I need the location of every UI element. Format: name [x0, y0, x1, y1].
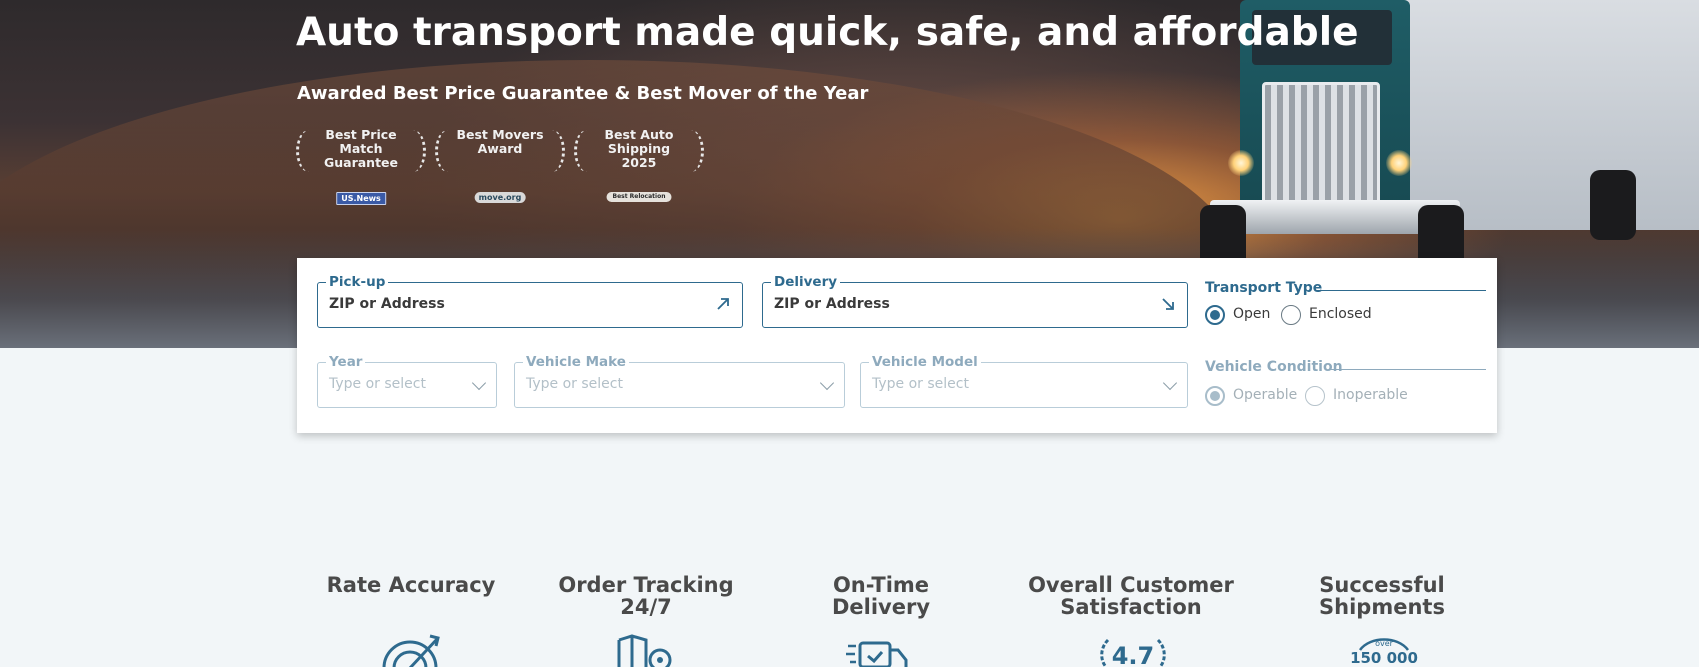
best-relocation-logo: Best Relocation: [606, 192, 672, 202]
condition-inoperable-label[interactable]: Inoperable: [1333, 387, 1408, 403]
hero-subtitle: Awarded Best Price Guarantee & Best Move…: [297, 83, 869, 104]
condition-operable-radio[interactable]: [1205, 386, 1225, 406]
stat-title: Overall Customer Satisfaction: [1028, 573, 1234, 619]
transport-open-radio[interactable]: [1205, 305, 1225, 325]
hero-title: Auto transport made quick, safe, and aff…: [296, 10, 1359, 55]
award-text: Best Price Match Guarantee: [323, 127, 399, 170]
awards-row: Best Price Match Guarantee US.News Best …: [296, 128, 726, 208]
award-badge: Best Auto Shipping 2025 Best Relocation: [574, 128, 704, 208]
transport-enclosed-label[interactable]: Enclosed: [1309, 306, 1372, 322]
award-badge: Best Movers Award move.org: [435, 128, 565, 208]
condition-inoperable-radio[interactable]: [1305, 386, 1325, 406]
map-pin-icon: [617, 634, 672, 667]
stat-title: On-Time Delivery: [831, 573, 931, 619]
rating-wreath-icon: 4.7: [1098, 636, 1168, 667]
truck-headlight: [1228, 150, 1254, 176]
delivery-truck-icon: [846, 641, 908, 667]
target-icon: [382, 634, 440, 667]
arrow-down-right-icon: [1162, 298, 1174, 310]
year-label: Year: [326, 354, 366, 370]
pickup-input[interactable]: ZIP or Address: [329, 296, 445, 312]
delivery-field[interactable]: Delivery ZIP or Address: [762, 274, 1188, 328]
year-select[interactable]: Year Type or select: [317, 354, 497, 408]
truck-wheel: [1590, 170, 1636, 240]
stat-title: Rate Accuracy: [326, 573, 496, 597]
transport-type-label: Transport Type: [1205, 280, 1323, 296]
truck-grille: [1262, 82, 1380, 212]
rating-value: 4.7: [1111, 642, 1155, 667]
vehicle-model-select[interactable]: Vehicle Model Type or select: [860, 354, 1188, 408]
vehicle-make-select[interactable]: Vehicle Make Type or select: [514, 354, 845, 408]
arrow-up-right-icon: [717, 298, 729, 310]
truck-headlight: [1386, 150, 1412, 176]
gauge-icon: over 150 000: [1346, 634, 1422, 667]
usnews-logo: US.News: [336, 192, 386, 205]
award-text: Best Movers Award: [456, 127, 544, 156]
delivery-label: Delivery: [771, 274, 841, 290]
pickup-label: Pick-up: [326, 274, 389, 290]
transport-enclosed-radio[interactable]: [1281, 305, 1301, 325]
award-badge: Best Price Match Guarantee US.News: [296, 128, 426, 208]
chevron-down-icon: [819, 375, 835, 391]
vehicle-make-input[interactable]: Type or select: [526, 376, 623, 392]
chevron-down-icon: [471, 375, 487, 391]
shipments-value: 150 000: [1350, 649, 1418, 667]
delivery-input[interactable]: ZIP or Address: [774, 296, 890, 312]
divider: [1329, 369, 1486, 370]
vehicle-condition-label: Vehicle Condition: [1205, 359, 1343, 375]
quote-form: Pick-up ZIP or Address Delivery ZIP or A…: [297, 258, 1497, 433]
transport-open-label[interactable]: Open: [1233, 306, 1270, 322]
shipments-prefix: over: [1375, 639, 1393, 648]
pickup-field[interactable]: Pick-up ZIP or Address: [317, 274, 743, 328]
vehicle-make-label: Vehicle Make: [523, 354, 629, 370]
chevron-down-icon: [1162, 375, 1178, 391]
condition-operable-label[interactable]: Operable: [1233, 387, 1297, 403]
stat-title: Successful Shipments: [1319, 573, 1445, 619]
vehicle-model-input[interactable]: Type or select: [872, 376, 969, 392]
stat-title: Order Tracking 24/7: [558, 573, 734, 619]
moveorg-logo: move.org: [474, 192, 526, 203]
vehicle-model-label: Vehicle Model: [869, 354, 981, 370]
year-input[interactable]: Type or select: [329, 376, 426, 392]
divider: [1316, 290, 1486, 291]
award-text: Best Auto Shipping 2025: [604, 127, 674, 170]
